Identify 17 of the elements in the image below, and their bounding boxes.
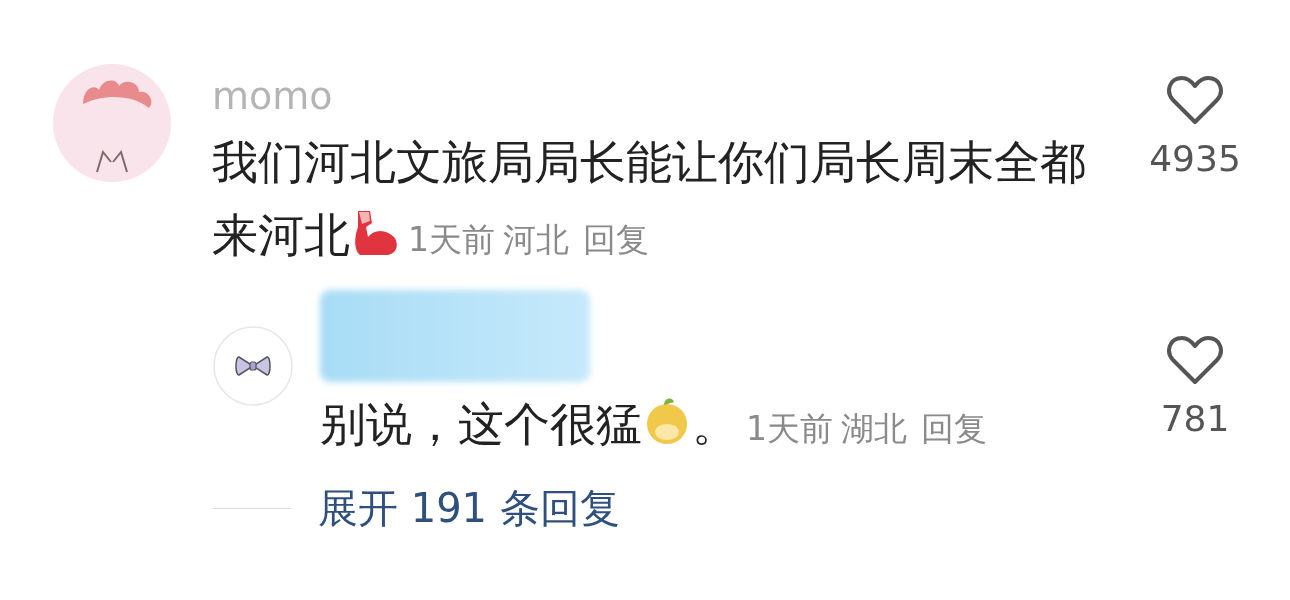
- comment-text: 来河北: [212, 208, 350, 262]
- location-label: 湖北: [841, 409, 907, 448]
- comment-text: 。: [692, 397, 738, 451]
- timestamp: 1天前: [746, 409, 833, 448]
- comment-text: 我们河北文旅局局长能让你们局长周末全都: [212, 135, 1086, 189]
- expand-replies-link[interactable]: 展开 191 条回复: [318, 481, 620, 536]
- bow-avatar-icon[interactable]: [213, 326, 293, 406]
- reply-link[interactable]: 回复: [921, 409, 987, 448]
- location-label: 河北: [503, 220, 569, 259]
- heart-icon[interactable]: [1166, 74, 1224, 126]
- like-count: 4935: [1149, 138, 1241, 179]
- comment-text: 别说，这个很猛: [320, 397, 642, 451]
- like-count: 781: [1160, 398, 1230, 439]
- heart-icon[interactable]: [1166, 334, 1224, 386]
- username[interactable]: momo: [212, 66, 1127, 126]
- timestamp: 1天前: [408, 220, 495, 259]
- reply-link[interactable]: 回复: [583, 220, 649, 259]
